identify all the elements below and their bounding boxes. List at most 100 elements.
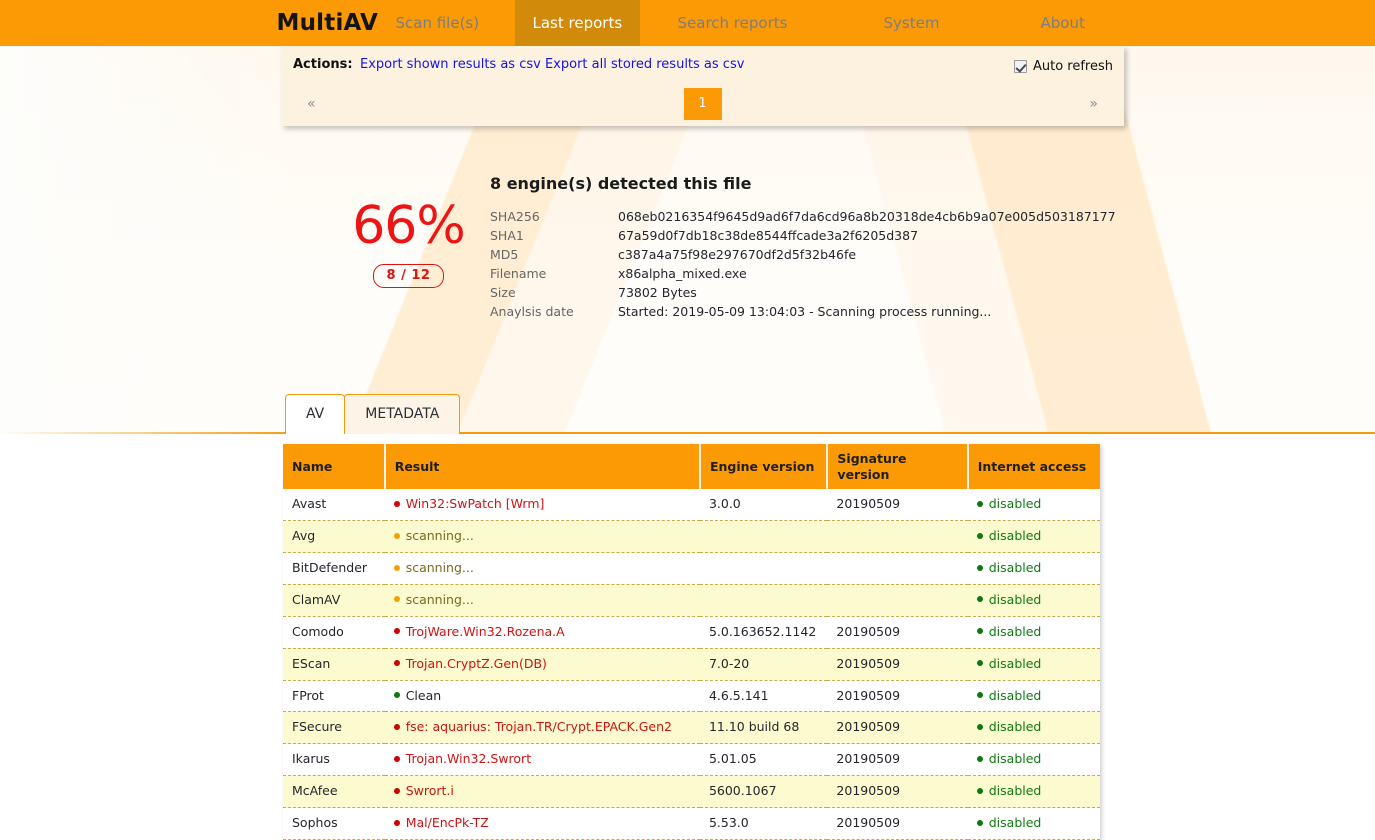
status-dot-icon — [393, 755, 400, 762]
pagination-pages: 1 — [281, 86, 1124, 120]
cell-signature-version: 20190509 — [827, 807, 968, 840]
column-header-name[interactable]: Name — [283, 444, 386, 490]
file-info-key: Filename — [490, 266, 547, 281]
av-table-body: Avast Win32:SwPatch [Wrm] 3.0.0 20190509 dis… — [283, 489, 1100, 840]
auto-refresh-checkbox[interactable] — [1013, 60, 1027, 73]
status-dot-icon — [393, 723, 400, 730]
export-shown-results-link[interactable]: Export shown results as csv — [360, 57, 541, 72]
pagination: « 1 » — [281, 86, 1124, 126]
internet-status-dot-icon — [976, 532, 983, 539]
internet-status-text: disabled — [988, 719, 1042, 735]
result-tabs: AV METADATA — [285, 393, 461, 436]
table-row: Sophos Mal/EncPk-TZ 5.53.0 20190509 disabled — [283, 807, 1100, 840]
status-dot-icon — [393, 692, 400, 698]
cell-internet-access: disabled — [967, 775, 1100, 808]
table-row: McAfee Swrort.i 5600.1067 20190509 disabled — [283, 775, 1100, 808]
internet-status-dot-icon — [976, 755, 983, 762]
nav-link-last-reports[interactable]: Last reports — [514, 0, 641, 46]
file-info-key: SHA256 — [490, 209, 540, 224]
file-info-value: 068eb0216354f9645d9ad6f7da6cd96a8b20318d… — [618, 209, 1116, 224]
status-dot-icon — [393, 564, 400, 571]
internet-status-dot-icon — [976, 819, 983, 826]
nav-link-search-reports[interactable]: Search reports — [660, 0, 806, 46]
table-row: ClamAV scanning... disabled — [283, 584, 1100, 617]
page-background-fade — [0, 46, 300, 434]
cell-internet-access: disabled — [967, 552, 1100, 585]
column-header-engine[interactable]: Engine version — [699, 444, 829, 490]
result-text: scanning... — [405, 560, 474, 575]
cell-engine-name: EScan — [283, 648, 385, 681]
detection-percentage: 66% — [352, 196, 466, 256]
file-info-key: SHA1 — [490, 228, 524, 243]
cell-engine-version — [699, 520, 828, 553]
cell-signature-version: 20190509 — [827, 489, 968, 522]
cell-engine-name: McAfee — [283, 775, 385, 808]
status-dot-icon — [393, 596, 400, 603]
actions-links: Export shown results as csv Export all s… — [360, 57, 744, 72]
export-all-results-link[interactable]: Export all stored results as csv — [545, 57, 744, 72]
file-info-key: MD5 — [490, 247, 519, 262]
detection-score: 66% 8 / 12 — [306, 200, 511, 288]
tab-metadata[interactable]: METADATA — [344, 394, 461, 434]
result-text: Swrort.i — [405, 783, 454, 799]
nav-link-about[interactable]: About — [1023, 0, 1103, 46]
result-text: Mal/EncPk-TZ — [405, 815, 489, 830]
cell-internet-access: disabled — [967, 616, 1100, 649]
cell-internet-access: disabled — [967, 584, 1100, 617]
report-summary: 66% 8 / 12 8 engine(s) detected this fil… — [281, 160, 1124, 345]
file-info-value: c387a4a75f98e297670df2d5f32b46fe — [618, 247, 857, 262]
nav-link-system[interactable]: System — [866, 0, 958, 46]
internet-status-text: disabled — [988, 560, 1042, 575]
file-info-body: SHA256 068eb0216354f9645d9ad6f7da6cd96a8b… — [490, 209, 1116, 323]
internet-status-dot-icon — [976, 692, 983, 698]
cell-result: Swrort.i — [384, 775, 700, 808]
cell-engine-version: 3.0.0 — [699, 489, 828, 522]
internet-status-dot-icon — [976, 596, 983, 603]
result-text: Trojan.Win32.Swrort — [405, 751, 532, 767]
navbar-inner: MultiAV Scan file(s) Last reports Search r… — [268, 0, 1108, 46]
cell-result: Clean — [384, 680, 700, 713]
detection-ratio-badge: 8 / 12 — [372, 264, 445, 288]
table-row: Avg scanning... disabled — [283, 520, 1100, 553]
cell-engine-name: Ikarus — [283, 743, 385, 777]
column-header-result[interactable]: Result — [384, 444, 701, 490]
column-header-internet[interactable]: Internet access — [967, 444, 1100, 490]
pagination-page-1[interactable]: 1 — [683, 88, 722, 120]
file-info-key: Size — [490, 285, 516, 300]
nav-link-scan-file-s[interactable]: Scan file(s) — [378, 0, 498, 46]
auto-refresh-toggle[interactable]: Auto refresh — [1013, 59, 1113, 74]
cell-signature-version: 20190509 — [827, 680, 968, 713]
cell-engine-name: FProt — [283, 680, 385, 713]
actions-row: Actions: Export shown results as csv Exp… — [281, 46, 1124, 86]
cell-internet-access: disabled — [967, 680, 1100, 713]
cell-internet-access: disabled — [967, 489, 1100, 522]
tab-av[interactable]: AV — [285, 394, 346, 436]
brand-logo[interactable]: MultiAV — [263, 0, 392, 46]
cell-internet-access: disabled — [967, 743, 1100, 777]
cell-engine-version: 5600.1067 — [699, 775, 828, 808]
cell-engine-version — [699, 584, 828, 617]
pagination-next-button[interactable]: » — [1089, 96, 1098, 112]
column-header-signature[interactable]: Signature version — [827, 444, 969, 490]
file-info-table: SHA256 068eb0216354f9645d9ad6f7da6cd96a8b… — [490, 209, 1116, 323]
cell-signature-version: 20190509 — [827, 775, 968, 808]
cell-result: Mal/EncPk-TZ — [384, 807, 700, 840]
cell-signature-version: 20190509 — [827, 616, 968, 649]
file-info-row: SHA1 67a59d0f7db18c38de8544ffcade3a2f6205… — [490, 228, 1116, 247]
table-row: Comodo TrojWare.Win32.Rozena.A 5.0.163652.… — [283, 616, 1100, 649]
cell-engine-version: 7.0-20 — [699, 648, 828, 681]
av-table-header-row: Name Result Engine version Signature ver… — [283, 444, 1100, 490]
internet-status-dot-icon — [976, 787, 983, 794]
cell-engine-version: 11.10 build 68 — [699, 711, 828, 745]
internet-status-text: disabled — [988, 655, 1042, 671]
cell-internet-access: disabled — [967, 711, 1100, 745]
status-dot-icon — [393, 660, 400, 667]
cell-result: fse: aquarius: Trojan.TR/Crypt.EPACK.Gen… — [384, 711, 700, 745]
cell-signature-version — [827, 520, 968, 553]
cell-engine-name: Comodo — [283, 616, 385, 649]
cell-signature-version: 20190509 — [827, 743, 968, 777]
file-info-row: Filename x86alpha_mixed.exe — [490, 266, 1116, 285]
cell-signature-version: 20190509 — [827, 711, 968, 745]
file-info: SHA256 068eb0216354f9645d9ad6f7da6cd96a8b… — [490, 209, 1116, 323]
internet-status-text: disabled — [988, 528, 1042, 544]
